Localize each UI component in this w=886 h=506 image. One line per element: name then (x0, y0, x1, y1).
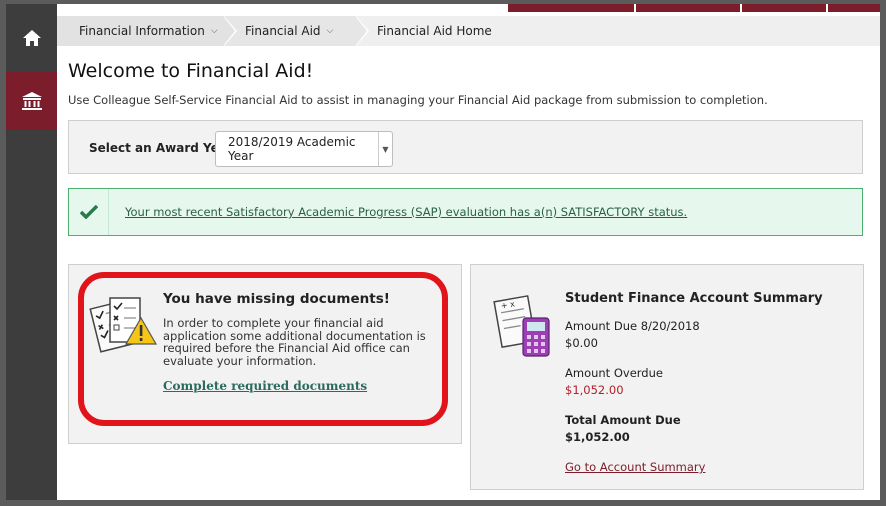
amount-due-value: $0.00 (565, 336, 598, 350)
sap-status-link[interactable]: Your most recent Satisfactory Academic P… (125, 205, 687, 219)
amount-overdue-label: Amount Overdue (565, 366, 663, 380)
account-summary-link[interactable]: Go to Account Summary (565, 460, 705, 474)
breadcrumb-label: Financial Aid Home (377, 24, 492, 38)
sap-status-banner: Your most recent Satisfactory Academic P… (68, 188, 863, 236)
breadcrumb-label: Financial Information (79, 24, 205, 38)
breadcrumb-financial-aid-home: Financial Aid Home (355, 16, 492, 46)
page-title: Welcome to Financial Aid! (68, 60, 314, 82)
left-navigation (6, 4, 57, 500)
award-year-select[interactable]: 2018/2019 Academic Year ▼ (215, 131, 393, 167)
home-icon (22, 30, 41, 46)
bank-icon (21, 92, 42, 110)
missing-documents-text: In order to complete your financial aid … (163, 316, 426, 368)
nav-financial-aid-button[interactable] (6, 72, 57, 130)
checkmark-icon (69, 189, 109, 235)
finance-summary-title: Student Finance Account Summary (565, 291, 823, 306)
app-container: Financial Information ⌵ Financial Aid ⌵ … (6, 4, 880, 500)
amount-due-label: Amount Due 8/20/2018 (565, 319, 700, 333)
nav-home-button[interactable] (6, 4, 57, 72)
chevron-down-icon: ⌵ (326, 26, 334, 36)
chevron-down-icon: ▼ (378, 132, 392, 166)
award-year-value: 2018/2019 Academic Year (228, 135, 356, 163)
award-year-panel: Select an Award Year: 2018/2019 Academic… (68, 120, 863, 174)
chevron-down-icon: ⌵ (210, 26, 218, 36)
document-warning-icon (88, 292, 158, 366)
breadcrumb-financial-information[interactable]: Financial Information ⌵ (57, 16, 237, 46)
total-amount-label: Total Amount Due (565, 413, 681, 427)
breadcrumb-financial-aid[interactable]: Financial Aid ⌵ (223, 16, 369, 46)
page-intro: Use Colleague Self-Service Financial Aid… (68, 93, 768, 107)
breadcrumb-label: Financial Aid (245, 24, 321, 38)
breadcrumb: Financial Information ⌵ Financial Aid ⌵ … (57, 16, 880, 46)
missing-documents-title: You have missing documents! (163, 291, 390, 307)
total-amount-value: $1,052.00 (565, 430, 630, 444)
calculator-document-icon: + x (490, 292, 560, 366)
top-color-strips (508, 4, 880, 12)
amount-overdue-value: $1,052.00 (565, 383, 624, 397)
complete-documents-link[interactable]: Complete required documents (163, 379, 367, 393)
window-frame: Financial Information ⌵ Financial Aid ⌵ … (0, 0, 886, 506)
